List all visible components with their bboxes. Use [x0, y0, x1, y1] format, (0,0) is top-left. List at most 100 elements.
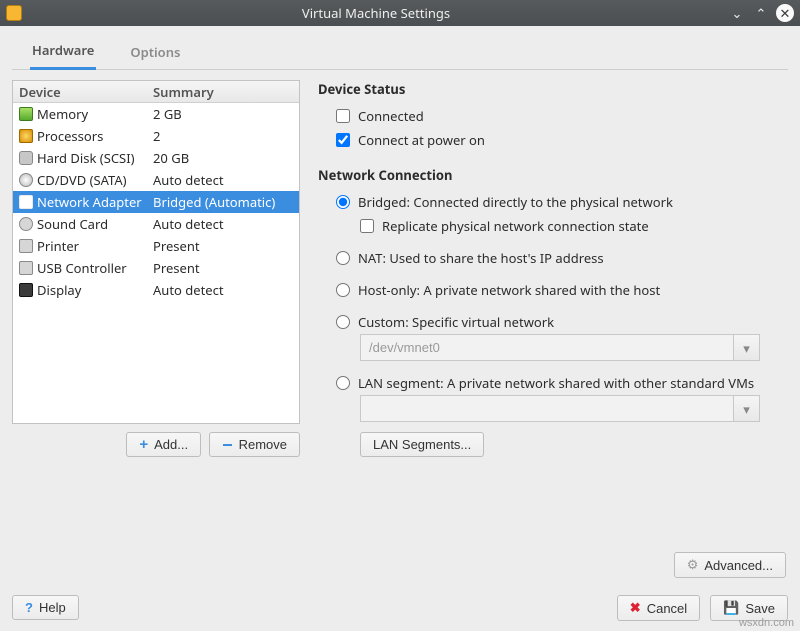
device-name: Printer: [37, 237, 79, 255]
replicate-field: Replicate physical network connection st…: [318, 214, 788, 238]
device-summary: 2: [153, 127, 299, 145]
chevron-down-icon[interactable]: ▾: [734, 395, 760, 422]
device-summary: 2 GB: [153, 105, 299, 123]
minus-icon: −: [222, 440, 233, 450]
device-summary: Auto detect: [153, 215, 299, 233]
hostonly-radio[interactable]: [336, 283, 350, 297]
page: Hardware Options Device Summary Memory 2 …: [0, 26, 800, 631]
watermark: wsxdn.com: [739, 617, 794, 629]
device-status-title: Device Status: [318, 80, 788, 98]
help-button-label: Help: [39, 600, 66, 615]
bottom-bar: ? Help ✖ Cancel 💾 Save: [12, 595, 788, 621]
hostonly-field: Host-only: A private network shared with…: [318, 278, 788, 302]
custom-combo: ▾: [360, 334, 760, 361]
device-icon: [19, 261, 33, 275]
device-panel-buttons: + Add... − Remove: [12, 432, 300, 457]
tab-options[interactable]: Options: [128, 37, 182, 69]
device-list-header: Device Summary: [13, 81, 299, 103]
device-icon: [19, 217, 33, 231]
device-icon: [19, 151, 33, 165]
remove-button-label: Remove: [239, 437, 287, 452]
lan-combo-input[interactable]: [360, 395, 734, 422]
device-summary: 20 GB: [153, 149, 299, 167]
bridged-label: Bridged: Connected directly to the physi…: [358, 193, 673, 211]
add-button[interactable]: + Add...: [126, 432, 201, 457]
cancel-button[interactable]: ✖ Cancel: [617, 595, 700, 621]
cancel-button-label: Cancel: [647, 601, 687, 616]
bridged-field: Bridged: Connected directly to the physi…: [318, 190, 788, 214]
advanced-button[interactable]: ⚙ Advanced...: [674, 552, 786, 578]
connected-label: Connected: [358, 107, 424, 125]
custom-label: Custom: Specific virtual network: [358, 313, 554, 331]
connected-checkbox[interactable]: [336, 109, 350, 123]
custom-radio[interactable]: [336, 315, 350, 329]
device-name: Processors: [37, 127, 103, 145]
device-name: Memory: [37, 105, 88, 123]
window-minimize-icon[interactable]: ⌄: [728, 4, 746, 22]
lan-field: LAN segment: A private network shared wi…: [318, 371, 788, 395]
tabs: Hardware Options: [12, 36, 788, 70]
remove-button[interactable]: − Remove: [209, 432, 300, 457]
bridged-radio[interactable]: [336, 195, 350, 209]
connected-field: Connected: [318, 104, 788, 128]
nat-radio[interactable]: [336, 251, 350, 265]
device-name: CD/DVD (SATA): [37, 171, 127, 189]
device-row[interactable]: Processors 2: [13, 125, 299, 147]
advanced-button-label: Advanced...: [704, 558, 773, 573]
device-row[interactable]: Hard Disk (SCSI)20 GB: [13, 147, 299, 169]
device-summary: Auto detect: [153, 171, 299, 189]
poweron-checkbox[interactable]: [336, 133, 350, 147]
header-summary: Summary: [153, 83, 299, 101]
device-panel: Device Summary Memory 2 GB Processors 2 Hard…: [12, 80, 300, 457]
window-maximize-icon[interactable]: ⌃: [752, 4, 770, 22]
device-icon: [19, 129, 33, 143]
cancel-icon: ✖: [630, 600, 641, 616]
lan-segments-button[interactable]: LAN Segments...: [360, 432, 484, 457]
custom-combo-input[interactable]: [360, 334, 734, 361]
right-panel: Device Status Connected Connect at power…: [318, 80, 788, 457]
help-button[interactable]: ? Help: [12, 595, 79, 620]
save-button-label: Save: [745, 601, 775, 616]
device-icon: [19, 107, 33, 121]
device-row[interactable]: Sound Card Auto detect: [13, 213, 299, 235]
content: Device Summary Memory 2 GB Processors 2 Hard…: [12, 70, 788, 457]
plus-icon: +: [139, 439, 148, 451]
tab-hardware[interactable]: Hardware: [30, 35, 96, 70]
chevron-down-icon[interactable]: ▾: [734, 334, 760, 361]
device-row[interactable]: Network Adapter Bridged (Automatic): [13, 191, 299, 213]
device-row[interactable]: USB ControllerPresent: [13, 257, 299, 279]
network-connection-title: Network Connection: [318, 166, 788, 184]
poweron-field: Connect at power on: [318, 128, 788, 152]
lan-radio[interactable]: [336, 376, 350, 390]
custom-field: Custom: Specific virtual network: [318, 310, 788, 334]
device-summary: Auto detect: [153, 281, 299, 299]
app-icon: [6, 5, 22, 21]
device-name: Sound Card: [37, 215, 108, 233]
device-row[interactable]: Display Auto detect: [13, 279, 299, 301]
hostonly-label: Host-only: A private network shared with…: [358, 281, 660, 299]
help-icon: ?: [25, 600, 33, 615]
device-name: Display: [37, 281, 81, 299]
replicate-checkbox[interactable]: [360, 219, 374, 233]
device-row[interactable]: CD/DVD (SATA) Auto detect: [13, 169, 299, 191]
nat-field: NAT: Used to share the host's IP address: [318, 246, 788, 270]
titlebar: Virtual Machine Settings ⌄ ⌃ ✕: [0, 0, 800, 26]
device-list: Device Summary Memory 2 GB Processors 2 Hard…: [12, 80, 300, 424]
lan-label: LAN segment: A private network shared wi…: [358, 374, 754, 392]
nat-label: NAT: Used to share the host's IP address: [358, 249, 604, 267]
add-button-label: Add...: [154, 437, 188, 452]
device-icon: [19, 239, 33, 253]
device-summary: Bridged (Automatic): [153, 193, 299, 211]
device-name: Network Adapter: [37, 193, 142, 211]
replicate-label: Replicate physical network connection st…: [382, 217, 649, 235]
window-close-icon[interactable]: ✕: [776, 4, 794, 22]
device-summary: Present: [153, 237, 299, 255]
device-row[interactable]: Memory 2 GB: [13, 103, 299, 125]
poweron-label: Connect at power on: [358, 131, 485, 149]
device-summary: Present: [153, 259, 299, 277]
header-device: Device: [13, 83, 153, 101]
device-icon: [19, 173, 33, 187]
lan-combo: ▾: [360, 395, 760, 422]
gear-icon: ⚙: [687, 557, 699, 573]
device-row[interactable]: Printer Present: [13, 235, 299, 257]
